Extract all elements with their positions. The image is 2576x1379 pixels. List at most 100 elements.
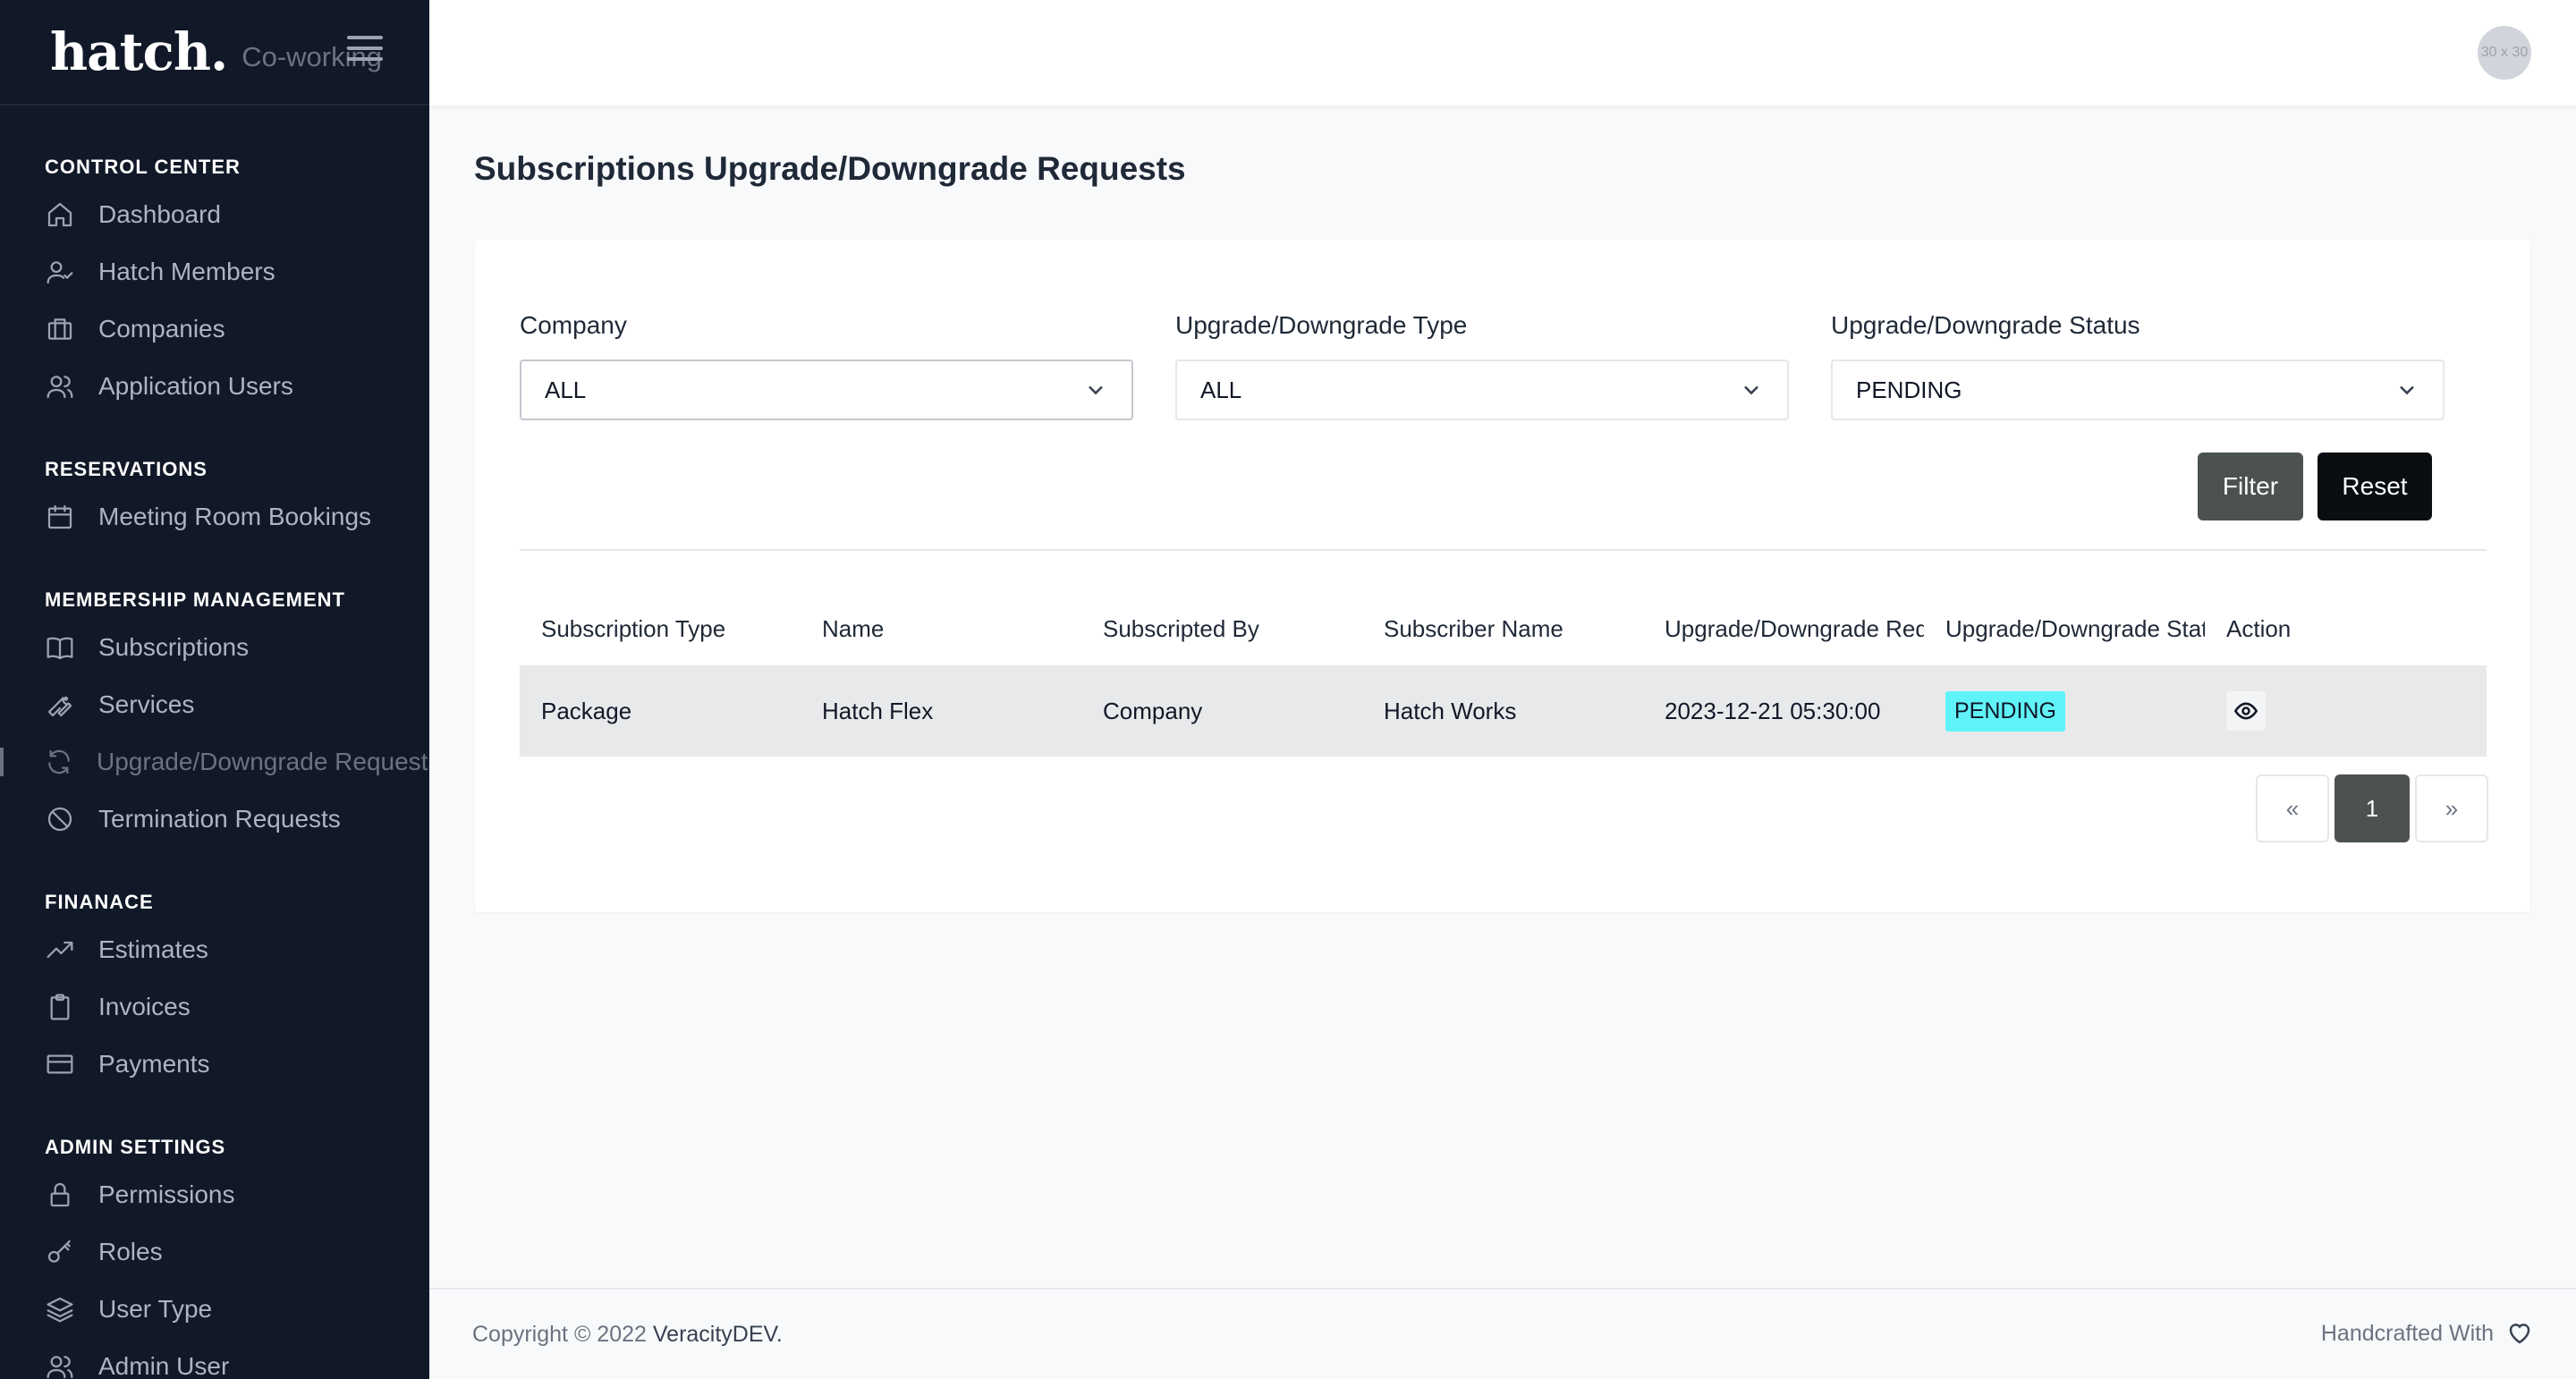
sidebar-item-label: Admin User bbox=[98, 1352, 230, 1379]
type-select[interactable]: ALL bbox=[1175, 360, 1789, 420]
sidebar-item-invoices[interactable]: Invoices bbox=[0, 978, 429, 1036]
sidebar-item-label: Termination Requests bbox=[98, 805, 341, 833]
nav-section-admin-settings: ADMIN SETTINGS Permissions Roles User Ty… bbox=[0, 1136, 429, 1379]
requests-table: Subscription Type Name Subscripted By Su… bbox=[520, 592, 2487, 757]
top-bar: 30 x 30 bbox=[429, 0, 2576, 106]
sidebar-item-label: User Type bbox=[98, 1295, 213, 1323]
sidebar-item-hatch-members[interactable]: Hatch Members bbox=[0, 243, 429, 300]
sidebar-item-payments[interactable]: Payments bbox=[0, 1036, 429, 1093]
sidebar-item-dashboard[interactable]: Dashboard bbox=[0, 186, 429, 243]
sidebar-item-application-users[interactable]: Application Users bbox=[0, 358, 429, 415]
sidebar-item-label: Upgrade/Downgrade Requests bbox=[97, 748, 429, 775]
nav-heading: ADMIN SETTINGS bbox=[45, 1136, 226, 1158]
column-header: Name bbox=[822, 614, 885, 642]
page-title: Subscriptions Upgrade/Downgrade Requests bbox=[474, 150, 1186, 187]
status-select[interactable]: PENDING bbox=[1831, 360, 2445, 420]
type-select-value: ALL bbox=[1200, 376, 1242, 403]
calendar-icon bbox=[45, 502, 75, 532]
column-header: Subscripted By bbox=[1103, 614, 1259, 642]
sidebar-item-label: Payments bbox=[98, 1050, 210, 1078]
sidebar-item-termination-requests[interactable]: Termination Requests bbox=[0, 791, 429, 848]
requested-cell: 2023-12-21 05:30:00 bbox=[1665, 697, 1881, 724]
sidebar-item-admin-user[interactable]: Admin User bbox=[0, 1338, 429, 1379]
chevron-down-icon bbox=[1089, 385, 1103, 395]
credit-card-icon bbox=[45, 1049, 75, 1079]
company-link[interactable]: VeracityDEV. bbox=[653, 1322, 783, 1347]
filter-button[interactable]: Filter bbox=[2198, 453, 2303, 520]
trending-up-icon bbox=[45, 935, 75, 965]
sidebar-item-label: Meeting Room Bookings bbox=[98, 503, 372, 530]
pagination-page-1[interactable]: 1 bbox=[2334, 774, 2410, 842]
chevron-down-icon bbox=[1744, 385, 1758, 395]
status-select-value: PENDING bbox=[1856, 376, 1962, 403]
wrench-icon bbox=[45, 690, 75, 720]
sidebar-item-upgrade-downgrade-requests[interactable]: Upgrade/Downgrade Requests bbox=[0, 733, 429, 791]
type-filter-label: Upgrade/Downgrade Type bbox=[1175, 311, 1468, 339]
handcrafted: Handcrafted With bbox=[2321, 1320, 2533, 1347]
subscriber-name-cell: Hatch Works bbox=[1384, 697, 1517, 724]
column-header: Action bbox=[2226, 614, 2292, 642]
name-cell: Hatch Flex bbox=[822, 697, 934, 724]
sidebar-item-user-type[interactable]: User Type bbox=[0, 1281, 429, 1338]
lock-icon bbox=[45, 1180, 75, 1210]
sidebar-item-label: Invoices bbox=[98, 993, 191, 1020]
nav-section-reservations: RESERVATIONS Meeting Room Bookings bbox=[0, 458, 429, 546]
sidebar-item-services[interactable]: Services bbox=[0, 676, 429, 733]
sidebar-item-label: Permissions bbox=[98, 1180, 235, 1208]
sidebar-item-label: Services bbox=[98, 690, 195, 718]
sidebar-item-label: Companies bbox=[98, 315, 225, 343]
ban-icon bbox=[45, 804, 75, 834]
column-header: Subscription Type bbox=[541, 614, 726, 642]
copyright-text: Copyright © 2022 bbox=[472, 1322, 647, 1347]
menu-toggle-icon[interactable] bbox=[347, 36, 383, 66]
requests-card: Company ALL Upgrade/Downgrade Type ALL U… bbox=[475, 240, 2530, 912]
status-filter: Upgrade/Downgrade Status PENDING bbox=[1831, 311, 2445, 420]
reset-button[interactable]: Reset bbox=[2318, 453, 2432, 520]
sidebar-item-label: Subscriptions bbox=[98, 633, 250, 661]
key-icon bbox=[45, 1237, 75, 1267]
sidebar: hatch. Co-working CONTROL CENTER Dashboa… bbox=[0, 0, 429, 1379]
sidebar-item-subscriptions[interactable]: Subscriptions bbox=[0, 619, 429, 676]
sidebar-item-label: Dashboard bbox=[98, 200, 221, 228]
nav-heading: MEMBERSHIP MANAGEMENT bbox=[45, 588, 345, 611]
status-badge: PENDING bbox=[1945, 690, 2065, 732]
action-cell bbox=[2205, 691, 2486, 731]
nav-heading: CONTROL CENTER bbox=[45, 156, 241, 178]
sidebar-item-estimates[interactable]: Estimates bbox=[0, 921, 429, 978]
company-select-value: ALL bbox=[545, 376, 587, 403]
column-header: Subscriber Name bbox=[1384, 614, 1563, 642]
type-filter: Upgrade/Downgrade Type ALL bbox=[1175, 311, 1789, 420]
nav-heading: RESERVATIONS bbox=[45, 458, 208, 480]
handcrafted-text: Handcrafted With bbox=[2320, 1320, 2494, 1346]
company-select[interactable]: ALL bbox=[520, 360, 1133, 420]
column-header: Upgrade/Downgrade Status bbox=[1945, 614, 2205, 642]
chevron-down-icon bbox=[2400, 385, 2414, 395]
sidebar-item-label: Application Users bbox=[98, 372, 293, 400]
column-header: Upgrade/Downgrade Requested bbox=[1665, 614, 1924, 642]
sidebar-item-companies[interactable]: Companies bbox=[0, 300, 429, 358]
nav-heading: FINANACE bbox=[45, 891, 154, 913]
divider bbox=[520, 549, 2487, 551]
users-icon bbox=[45, 1351, 75, 1379]
pagination-next-button[interactable]: » bbox=[2415, 774, 2488, 842]
view-button[interactable] bbox=[2226, 691, 2266, 731]
sidebar-item-meeting-room-bookings[interactable]: Meeting Room Bookings bbox=[0, 488, 429, 546]
brand-logo[interactable]: hatch. bbox=[50, 21, 228, 82]
briefcase-icon bbox=[45, 314, 75, 344]
refresh-icon bbox=[45, 747, 73, 777]
copyright: Copyright © 2022 VeracityDEV. bbox=[472, 1322, 783, 1348]
home-icon bbox=[45, 199, 75, 230]
footer: Copyright © 2022 VeracityDEV. Handcrafte… bbox=[429, 1288, 2576, 1379]
avatar[interactable]: 30 x 30 bbox=[2478, 26, 2531, 80]
sidebar-item-label: Estimates bbox=[98, 935, 208, 963]
heart-icon bbox=[2509, 1324, 2530, 1344]
subscripted-by-cell: Company bbox=[1103, 697, 1203, 724]
sidebar-item-permissions[interactable]: Permissions bbox=[0, 1166, 429, 1223]
pagination-prev-button[interactable]: « bbox=[2256, 774, 2329, 842]
layers-icon bbox=[45, 1294, 75, 1324]
status-filter-label: Upgrade/Downgrade Status bbox=[1831, 311, 2140, 339]
nav-section-finance: FINANACE Estimates Invoices Payments bbox=[0, 891, 429, 1093]
nav-section-control-center: CONTROL CENTER Dashboard Hatch Members C… bbox=[0, 156, 429, 415]
sidebar-item-roles[interactable]: Roles bbox=[0, 1223, 429, 1281]
book-icon bbox=[45, 632, 75, 663]
